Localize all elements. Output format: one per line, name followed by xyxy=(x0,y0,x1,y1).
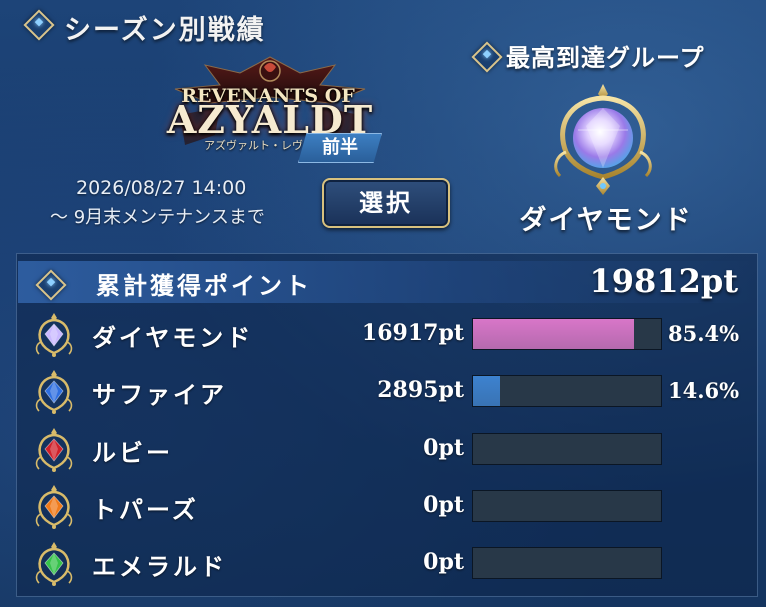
row-progress-bar xyxy=(472,547,662,579)
season-date: 2026/08/27 14:00 xyxy=(76,177,247,199)
diamond-gem-icon xyxy=(35,313,73,357)
row-progress-bar xyxy=(472,433,662,465)
row-percent: 14.6% xyxy=(668,378,740,403)
highest-diamond-icon xyxy=(471,41,503,73)
row-percent: 85.4% xyxy=(668,321,740,346)
row-points: 0pt xyxy=(423,435,464,461)
row-points: 0pt xyxy=(423,549,464,575)
row-name: ダイヤモンド xyxy=(92,324,254,352)
row-name: エメラルド xyxy=(92,553,227,581)
points-row-emerald: エメラルド 0pt xyxy=(0,535,766,593)
sapphire-gem-icon xyxy=(35,370,73,414)
page-title: シーズン別戦績 xyxy=(64,15,266,46)
row-progress-fill xyxy=(473,376,501,406)
points-row-sapphire: サファイア 2895pt 14.6% xyxy=(0,363,766,421)
total-points-value: 19812pt xyxy=(589,262,738,300)
row-points: 0pt xyxy=(423,492,464,518)
select-button[interactable]: 選択 xyxy=(322,178,450,228)
row-progress-fill xyxy=(473,319,634,349)
points-row-diamond: ダイヤモンド 16917pt 85.4% xyxy=(0,306,766,364)
season-half-badge: 前半 xyxy=(298,133,382,163)
row-name: サファイア xyxy=(92,381,227,409)
row-name: トパーズ xyxy=(92,496,199,524)
highest-group-label: 最高到達グループ xyxy=(506,44,705,72)
row-progress-bar xyxy=(472,490,662,522)
diamond-rank-emblem-icon xyxy=(548,82,658,197)
row-points: 2895pt xyxy=(377,377,464,403)
highest-group-name: ダイヤモンド xyxy=(519,205,693,236)
row-name: ルビー xyxy=(92,439,173,467)
section-diamond-icon xyxy=(23,9,55,41)
season-record-screen: シーズン別戦績 REVENANTS OF AZYALDT アズヴァルト・レヴナン… xyxy=(0,0,766,607)
row-points: 16917pt xyxy=(361,320,464,346)
row-progress-bar xyxy=(472,375,662,407)
points-row-topaz: トパーズ 0pt xyxy=(0,478,766,536)
emerald-gem-icon xyxy=(35,542,73,586)
points-row-ruby: ルビー 0pt xyxy=(0,421,766,479)
topaz-gem-icon xyxy=(35,485,73,529)
season-until: ～ 9月末メンテナンスまで xyxy=(50,207,265,228)
row-progress-bar xyxy=(472,318,662,350)
ruby-gem-icon xyxy=(35,428,73,472)
total-points-label: 累計獲得ポイント xyxy=(96,272,312,300)
